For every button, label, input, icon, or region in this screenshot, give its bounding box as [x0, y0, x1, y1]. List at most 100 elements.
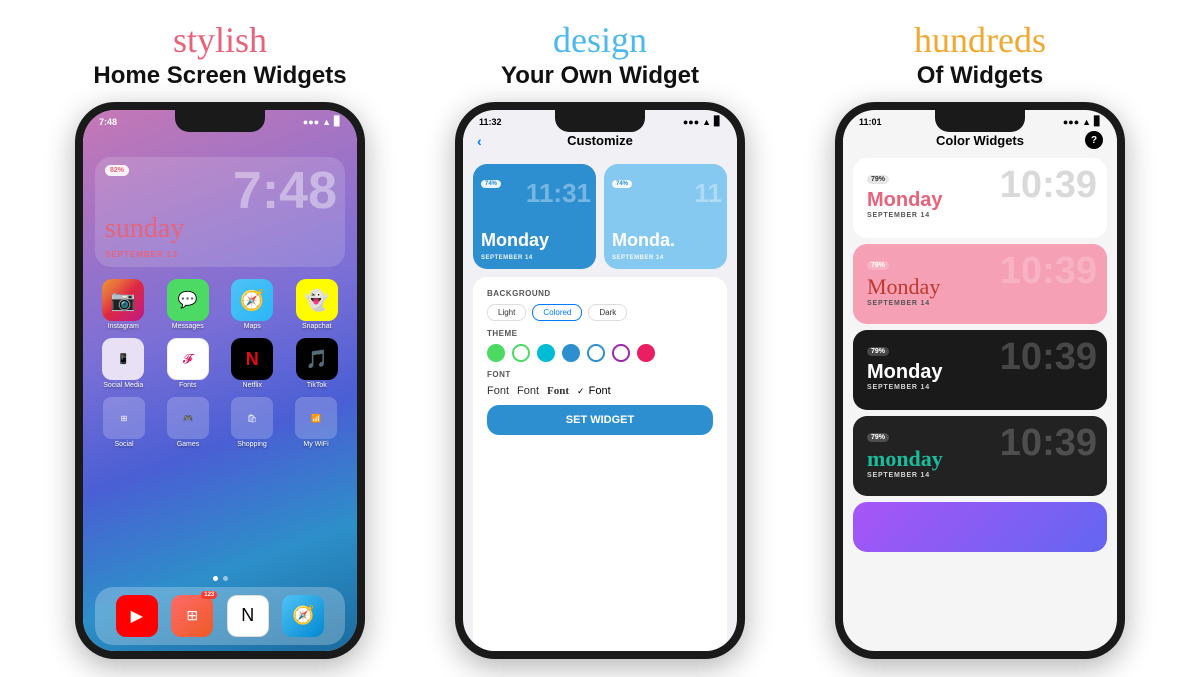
dock-youtube[interactable]: ▶ — [116, 595, 158, 637]
wifi-icon: ▲ — [322, 117, 331, 127]
app-social2[interactable]: ⊞ Social — [95, 397, 153, 448]
cw-widget-5 — [853, 502, 1107, 552]
small-icon-4: 📶 — [295, 397, 337, 439]
cw-widget-3: 79% 10:39 Monday SEPTEMBER 14 — [853, 330, 1107, 410]
wp2-date: SEPTEMBER 14 — [612, 255, 664, 261]
cw-widget-2: 79% 10:39 Monday SEPTEMBER 14 — [853, 244, 1107, 324]
small-label-1: Social — [114, 441, 133, 448]
app-messages[interactable]: 💬 Messages — [160, 279, 217, 330]
app-maps[interactable]: 🧭 Maps — [224, 279, 281, 330]
cw1-battery: 79% — [867, 175, 889, 184]
status-icons-1: ●●● ▲ ▊ — [303, 116, 341, 127]
app-grid-row3: ⊞ Social 🎮 Games 🛍 Shopping 📶 — [83, 393, 357, 452]
small-label-2: Games — [177, 441, 200, 448]
small-icon-3: 🛍 — [231, 397, 273, 439]
widget-battery: 82% — [105, 165, 129, 176]
instagram-label: Instagram — [108, 323, 139, 330]
panel-3-cursive: hundreds — [914, 19, 1046, 62]
bg-dark[interactable]: Dark — [588, 304, 627, 321]
theme-dot-blue[interactable] — [562, 344, 580, 362]
app-snapchat[interactable]: 👻 Snapchat — [289, 279, 346, 330]
panel-1-cursive: stylish — [93, 19, 346, 62]
app-social[interactable]: 📱 Social Media — [95, 338, 152, 389]
widget-day: sunday — [105, 213, 184, 245]
theme-dot-blue-outline[interactable] — [587, 344, 605, 362]
panel-3-bold: Of Widgets — [914, 62, 1046, 91]
theme-dot-pink[interactable] — [637, 344, 655, 362]
phone-2-frame: 11:32 ●●● ▲ ▊ ‹ Customize 74% — [455, 102, 745, 658]
theme-dot-teal[interactable] — [537, 344, 555, 362]
customize-options: BACKGROUND Light Colored Dark THEME — [473, 277, 727, 650]
wp1-battery: 74% — [481, 180, 501, 188]
netflix-label: Netflix — [243, 382, 262, 389]
wp2-day: Monda. — [612, 230, 675, 251]
widget-preview-2: 74% 11 Monda. SEPTEMBER 14 — [604, 164, 727, 269]
dock-shortcut[interactable]: ⊞ 123 — [171, 595, 213, 637]
app-tiktok[interactable]: 🎵 TikTok — [289, 338, 346, 389]
maps-label: Maps — [244, 323, 261, 330]
phone-1-frame: 7:48 ●●● ▲ ▊ 82% 7:48 sunday SEPTEMBER 1… — [75, 102, 365, 658]
app-games[interactable]: 🎮 Games — [159, 397, 217, 448]
font-opt-3[interactable]: Font — [547, 385, 569, 397]
widget-date: SEPTEMBER 13 — [105, 250, 178, 259]
home-screen: 7:48 ●●● ▲ ▊ 82% 7:48 sunday SEPTEMBER 1… — [83, 110, 357, 650]
wifi-icon-3: ▲ — [1082, 117, 1091, 127]
back-button[interactable]: ‹ — [477, 133, 482, 149]
wp2-battery: 74% — [612, 180, 632, 188]
cw1-time: 10:39 — [1000, 166, 1097, 204]
theme-label: THEME — [487, 329, 713, 338]
app-grid-row2: 📱 Social Media 𝓕 Fonts N Netflix 🎵 — [83, 334, 357, 393]
dock-notion[interactable]: N — [227, 595, 269, 637]
wp1-date: SEPTEMBER 14 — [481, 255, 533, 261]
cw3-date: SEPTEMBER 14 — [867, 384, 1093, 391]
cw2-date: SEPTEMBER 14 — [867, 300, 1093, 307]
phone-2-screen: 11:32 ●●● ▲ ▊ ‹ Customize 74% — [463, 110, 737, 650]
cw-widget-1: 79% 10:39 Monday SEPTEMBER 14 — [853, 158, 1107, 238]
cw4-date: SEPTEMBER 14 — [867, 472, 1093, 479]
panel-2-cursive: design — [501, 19, 699, 62]
customize-screen: 11:32 ●●● ▲ ▊ ‹ Customize 74% — [463, 110, 737, 650]
panel-3-title: hundreds Of Widgets — [914, 19, 1046, 91]
cw-title: Color Widgets — [936, 133, 1024, 148]
app-shopping[interactable]: 🛍 Shopping — [223, 397, 281, 448]
app-mywifi[interactable]: 📶 My WiFi — [287, 397, 345, 448]
app-instagram[interactable]: 📷 Instagram — [95, 279, 152, 330]
battery-icon-3: ▊ — [1094, 116, 1101, 127]
bg-label: BACKGROUND — [487, 289, 713, 298]
wp1-day: Monday — [481, 230, 549, 251]
maps-icon: 🧭 — [231, 279, 273, 321]
theme-dot-purple[interactable] — [612, 344, 630, 362]
instagram-icon: 📷 — [102, 279, 144, 321]
battery-icon: ▊ — [334, 116, 341, 127]
phone-1-screen: 7:48 ●●● ▲ ▊ 82% 7:48 sunday SEPTEMBER 1… — [83, 110, 357, 650]
app-fonts[interactable]: 𝓕 Fonts — [160, 338, 217, 389]
cw4-time: 10:39 — [1000, 424, 1097, 462]
panel-1-title: stylish Home Screen Widgets — [93, 19, 346, 91]
help-button[interactable]: ? — [1085, 131, 1103, 149]
cw2-time: 10:39 — [1000, 252, 1097, 290]
panel-1: stylish Home Screen Widgets 7:48 ●●● ▲ ▊ — [40, 19, 400, 659]
panel-3: hundreds Of Widgets 11:01 ●●● ▲ ▊ — [800, 19, 1160, 659]
set-widget-button[interactable]: SET WIDGET — [487, 405, 713, 435]
font-opt-4[interactable]: ✓ Font — [577, 385, 611, 397]
wp2-time: 11 — [695, 180, 723, 206]
theme-dot-green[interactable] — [487, 344, 505, 362]
font-opt-2[interactable]: Font — [517, 385, 539, 397]
theme-dots — [487, 344, 713, 362]
status-time-1: 7:48 — [99, 117, 117, 127]
bg-colored[interactable]: Colored — [532, 304, 582, 321]
font-opt-1[interactable]: Font — [487, 385, 509, 397]
font-label: FONT — [487, 370, 713, 379]
fonts-icon: 𝓕 — [167, 338, 209, 380]
theme-dot-green-outline[interactable] — [512, 344, 530, 362]
social-label: Social Media — [103, 382, 143, 389]
widgets-preview: 74% 11:31 Monday SEPTEMBER 14 74% 11 Mon… — [463, 156, 737, 277]
time-widget-area: 82% 7:48 sunday SEPTEMBER 13 — [83, 129, 357, 275]
app-netflix[interactable]: N Netflix — [224, 338, 281, 389]
messages-icon: 💬 — [167, 279, 209, 321]
bg-options: Light Colored Dark — [487, 304, 713, 321]
fonts-label: Fonts — [179, 382, 197, 389]
dot-1 — [213, 576, 218, 581]
dock-safari[interactable]: 🧭 — [282, 595, 324, 637]
bg-light[interactable]: Light — [487, 304, 526, 321]
